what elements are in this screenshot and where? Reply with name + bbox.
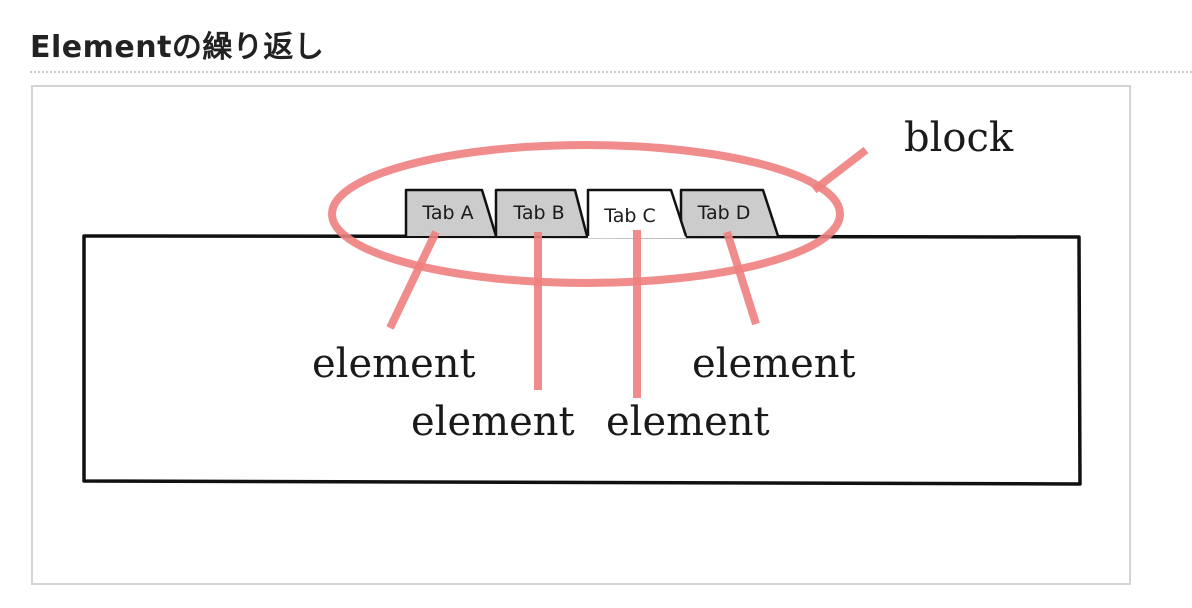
block-pointer-line [811, 146, 869, 194]
element-label-tab-b: element [411, 399, 575, 445]
block-label: block [904, 115, 1014, 161]
element-label-tab-a: element [312, 341, 476, 387]
tab-b: Tab B [494, 188, 589, 237]
element-label-tab-d: element [692, 341, 856, 387]
element-label-tab-c: element [606, 399, 770, 445]
tab-block-diagram: Tab A Tab B Tab D Tab C block element el… [82, 115, 1082, 486]
tab-panel-body [82, 234, 1082, 486]
tab-d-label: Tab D [697, 202, 751, 224]
tab-a: Tab A [404, 188, 498, 237]
tab-b-label: Tab B [512, 202, 564, 224]
tab-a-label: Tab A [421, 202, 473, 224]
tab-c-label: Tab C [603, 205, 655, 227]
tab-d: Tab D [679, 188, 780, 237]
